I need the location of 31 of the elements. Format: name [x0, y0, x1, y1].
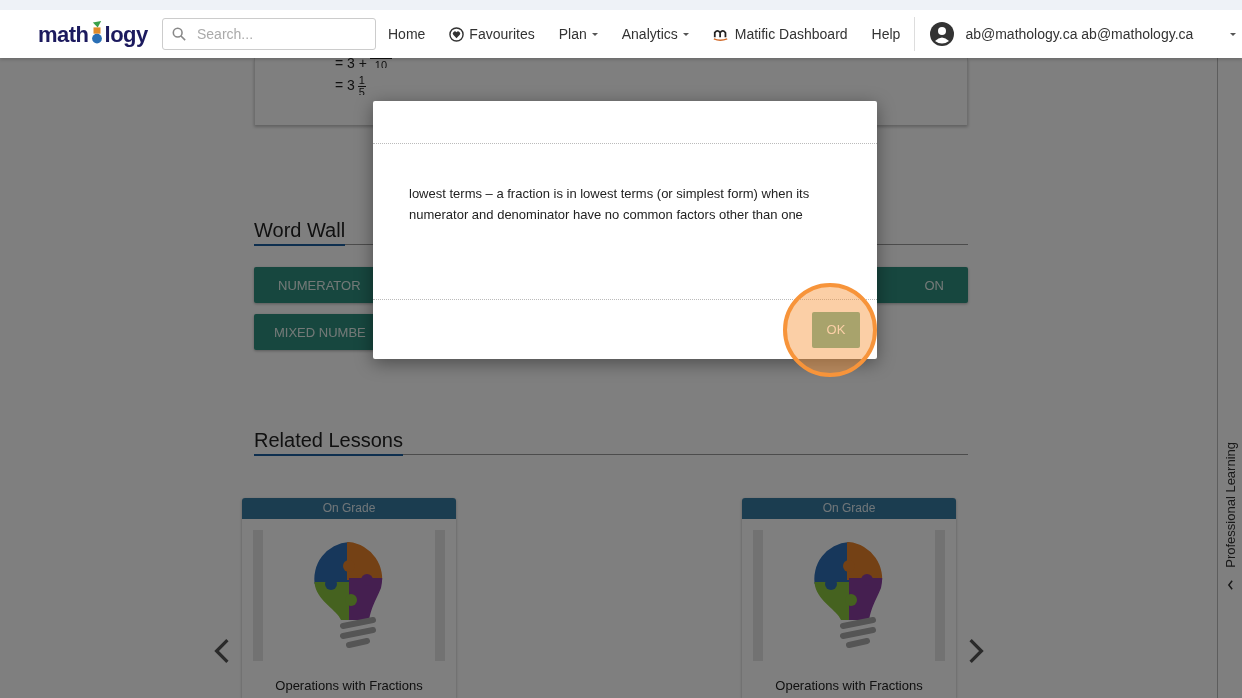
- chevron-left-icon: [1226, 580, 1234, 590]
- logo[interactable]: math logy: [38, 20, 156, 48]
- section-heading: Related Lessons: [254, 429, 403, 456]
- math-text: 1: [357, 75, 366, 87]
- search-icon: [172, 27, 186, 41]
- nav-link[interactable]: Matific Dashboard: [712, 26, 848, 42]
- grade-badge: On Grade: [742, 498, 956, 519]
- math-text: = 3: [335, 77, 355, 93]
- caret-icon: [682, 32, 689, 36]
- avatar-icon[interactable]: [930, 22, 955, 46]
- section-heading: Word Wall: [254, 219, 346, 246]
- nav-link[interactable]: Analytics: [621, 26, 689, 42]
- caret-icon: [591, 32, 598, 36]
- nav-link[interactable]: Help: [871, 26, 901, 42]
- chevron-left-icon[interactable]: [214, 638, 230, 664]
- nav-link[interactable]: Favourites: [449, 26, 535, 42]
- nav-link[interactable]: Plan: [558, 26, 598, 42]
- chevron-right-icon[interactable]: [968, 638, 984, 664]
- grade-badge: On Grade: [242, 498, 456, 519]
- math-text: = 3 +: [335, 55, 367, 71]
- lesson-title[interactable]: Operations with Fractions: [742, 678, 956, 693]
- matific-logo-icon: [712, 27, 729, 41]
- lesson-title[interactable]: Operations with Fractions: [242, 678, 456, 693]
- dialog-text: lowest terms – a fraction is in lowest terms (or simplest form) when its numerator and denominator have no common factors other than one: [373, 144, 877, 300]
- search-field[interactable]: Search...: [162, 18, 376, 50]
- nav-link[interactable]: Home: [388, 26, 426, 42]
- side-tab[interactable]: Professional Learning: [1217, 58, 1242, 698]
- user-name[interactable]: ab@mathology.ca ab@mathology.ca: [965, 26, 1194, 42]
- lesson-card[interactable]: On Grade Operations with Fractions: [242, 498, 456, 698]
- caret-icon[interactable]: [1230, 32, 1237, 36]
- lesson-card[interactable]: On Grade Operations with Fractions: [742, 498, 956, 698]
